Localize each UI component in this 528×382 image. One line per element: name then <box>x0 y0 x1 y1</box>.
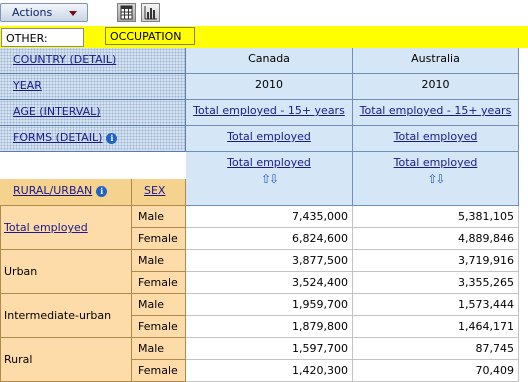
table-cell: 1,464,171 <box>353 316 519 338</box>
sex-label: Female <box>138 276 178 289</box>
column-header-forms-2[interactable]: Total employed <box>353 126 519 152</box>
column-header-year-2: 2010 <box>353 74 519 100</box>
column-header-canada-label: Canada <box>248 52 290 65</box>
age-dimension-link[interactable]: AGE (INTERVAL) <box>13 105 101 118</box>
filter-bar: OTHER: OCCUPATION <box>0 26 528 48</box>
age-value-link[interactable]: Total employed - 15+ years <box>193 104 345 117</box>
rural-urban-dimension-link[interactable]: RURAL/URBAN <box>13 184 92 197</box>
year-value: 2010 <box>421 78 450 91</box>
sex-dimension-link[interactable]: SEX <box>144 184 165 197</box>
table-cell: 1,959,700 <box>186 294 353 316</box>
country-dimension-link[interactable]: COUNTRY (DETAIL) <box>13 53 116 66</box>
row-group-intermediate-urban: Intermediate-urban <box>0 294 132 338</box>
data-table: COUNTRY (DETAIL) YEAR AGE (INTERVAL) FOR… <box>0 48 528 382</box>
rural-urban-dimension-header[interactable]: RURAL/URBAN i <box>0 179 132 206</box>
age-value-link[interactable]: Total employed - 15+ years <box>360 104 512 117</box>
table-cell: 4,889,846 <box>353 228 519 250</box>
table-cell: 5,381,105 <box>353 206 519 228</box>
table-cell: 3,719,916 <box>353 250 519 272</box>
forms-dimension-link[interactable]: FORMS (DETAIL) <box>13 131 102 144</box>
sort-icon[interactable]: ⇧⇩ <box>427 172 445 186</box>
table-cell: 70,409 <box>353 360 519 382</box>
table-cell: 1,420,300 <box>186 360 353 382</box>
row-group-label[interactable]: Total employed <box>4 221 88 234</box>
row-group-rural: Rural <box>0 338 132 382</box>
year-dimension-header[interactable]: YEAR <box>0 74 186 100</box>
age-dimension-header[interactable]: AGE (INTERVAL) <box>0 100 186 126</box>
row-sex-label: Female <box>132 272 186 294</box>
column-header-measure-2[interactable]: Total employed ⇧⇩ <box>353 152 519 206</box>
toolbar: Actions <box>0 0 528 26</box>
info-icon[interactable]: i <box>106 133 118 144</box>
table-cell: 1,573,444 <box>353 294 519 316</box>
forms-value-link[interactable]: Total employed <box>227 130 311 143</box>
sex-label: Female <box>138 320 178 333</box>
info-icon[interactable]: i <box>96 186 108 197</box>
occupation-filter-button[interactable]: OCCUPATION <box>105 27 195 45</box>
forms-value-link[interactable]: Total employed <box>394 130 478 143</box>
actions-label: Actions <box>12 6 53 19</box>
row-group-total-employed[interactable]: Total employed <box>0 206 132 250</box>
row-sex-label: Male <box>132 250 186 272</box>
sex-label: Male <box>138 342 165 355</box>
table-cell: 3,355,265 <box>353 272 519 294</box>
measure-value-link[interactable]: Total employed <box>394 156 478 169</box>
country-dimension-header[interactable]: COUNTRY (DETAIL) <box>0 48 186 74</box>
column-header-canada: Canada <box>186 48 353 74</box>
column-header-australia: Australia <box>353 48 519 74</box>
measure-value-link[interactable]: Total employed <box>227 156 311 169</box>
chart-view-button[interactable] <box>141 3 160 22</box>
row-group-urban: Urban <box>0 250 132 294</box>
sex-label: Female <box>138 232 178 245</box>
sort-icon[interactable]: ⇧⇩ <box>261 172 279 186</box>
column-header-measure-1[interactable]: Total employed ⇧⇩ <box>186 152 353 206</box>
table-cell: 7,435,000 <box>186 206 353 228</box>
table-cell: 87,745 <box>353 338 519 360</box>
sex-dimension-header[interactable]: SEX <box>132 179 186 206</box>
table-cell: 1,879,800 <box>186 316 353 338</box>
table-cell: 1,597,700 <box>186 338 353 360</box>
sex-label: Male <box>138 254 165 267</box>
header-corner-blank <box>0 152 186 179</box>
row-sex-label: Female <box>132 228 186 250</box>
row-sex-label: Male <box>132 338 186 360</box>
table-left-border <box>0 206 1 382</box>
row-sex-label: Male <box>132 206 186 228</box>
chart-view-icon <box>144 6 157 20</box>
table-view-icon <box>120 5 133 20</box>
row-group-label: Urban <box>4 265 38 278</box>
column-header-year-1: 2010 <box>186 74 353 100</box>
year-value: 2010 <box>255 78 283 91</box>
actions-dropdown-button[interactable]: Actions <box>0 3 88 22</box>
table-cell: 3,877,500 <box>186 250 353 272</box>
other-filter-label: OTHER: <box>1 28 84 47</box>
year-dimension-link[interactable]: YEAR <box>13 79 42 92</box>
sex-label: Female <box>138 364 178 377</box>
row-sex-label: Female <box>132 360 186 382</box>
column-header-age-2[interactable]: Total employed - 15+ years <box>353 100 519 126</box>
table-cell: 3,524,400 <box>186 272 353 294</box>
row-sex-label: Male <box>132 294 186 316</box>
table-view-button[interactable] <box>117 3 136 22</box>
row-group-label: Rural <box>4 353 33 366</box>
forms-dimension-header[interactable]: FORMS (DETAIL) i <box>0 126 186 152</box>
sex-label: Male <box>138 298 165 311</box>
sex-label: Male <box>138 210 165 223</box>
column-header-age-1[interactable]: Total employed - 15+ years <box>186 100 353 126</box>
table-cell: 6,824,600 <box>186 228 353 250</box>
row-group-label: Intermediate-urban <box>4 309 112 322</box>
dropdown-arrow-icon <box>69 11 77 16</box>
row-sex-label: Female <box>132 316 186 338</box>
column-header-australia-label: Australia <box>411 52 460 65</box>
column-header-forms-1[interactable]: Total employed <box>186 126 353 152</box>
